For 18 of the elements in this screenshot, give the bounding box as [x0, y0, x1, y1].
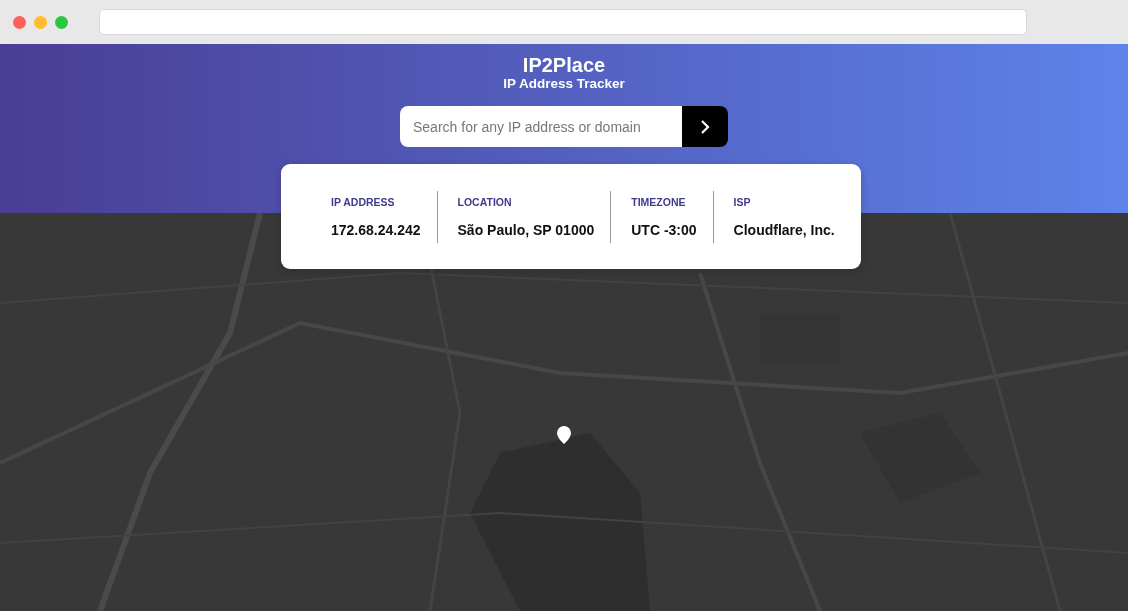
info-label: LOCATION — [457, 195, 513, 208]
info-value: Cloudflare, Inc. — [733, 221, 835, 238]
info-value: São Paulo, SP 01000 — [457, 221, 595, 238]
info-value: UTC -3:00 — [631, 221, 697, 238]
info-label: ISP — [733, 195, 752, 208]
info-label: IP ADDRESS — [331, 195, 396, 208]
close-window-icon[interactable] — [13, 15, 26, 29]
app-title: IP2Place — [522, 54, 606, 76]
address-bar[interactable] — [99, 9, 1027, 35]
info-label: TIMEZONE — [631, 195, 687, 208]
search-field[interactable]: Search for any IP address or domain — [400, 106, 682, 147]
chevron-right-icon — [700, 119, 710, 134]
minimize-window-icon[interactable] — [34, 15, 47, 29]
maximize-window-icon[interactable] — [55, 15, 68, 29]
location-pin-icon — [557, 426, 571, 444]
search-button[interactable] — [682, 106, 728, 147]
app-subtitle: IP Address Tracker — [503, 76, 625, 92]
info-value: 172.68.24.242 — [331, 221, 421, 238]
